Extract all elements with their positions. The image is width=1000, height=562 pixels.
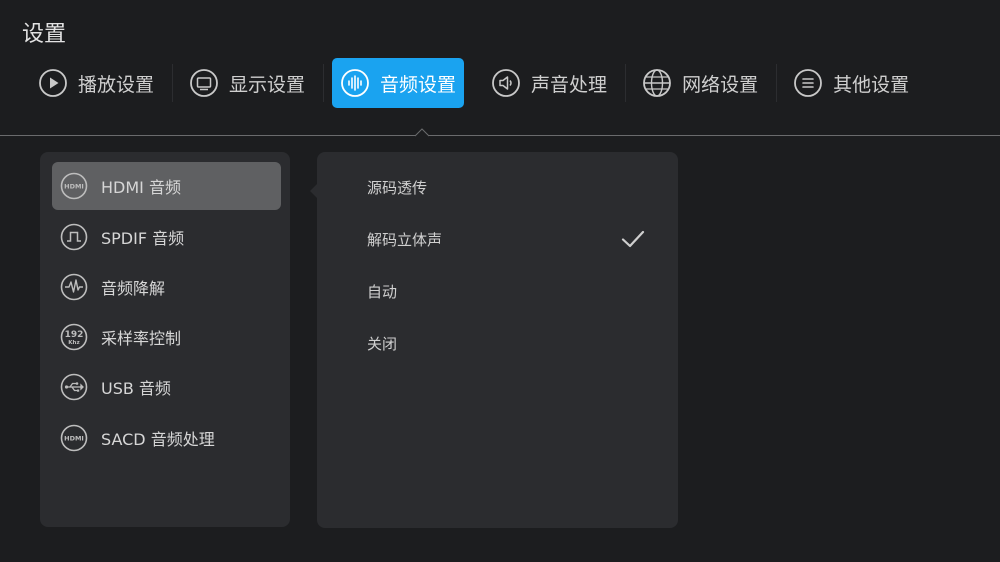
waveform-icon	[60, 273, 88, 301]
tab-display-settings[interactable]: 显示设置	[181, 58, 313, 108]
menu-item-hdmi-audio[interactable]: HDMI HDMI 音频	[52, 162, 281, 210]
speaker-icon	[491, 68, 521, 98]
menu-item-sample-rate-control[interactable]: 192 Khz 采样率控制	[52, 313, 281, 361]
globe-icon	[642, 68, 672, 98]
option-label: 关闭	[367, 334, 398, 353]
menu-item-usb-audio[interactable]: USB 音频	[52, 363, 281, 411]
menu-item-label: 采样率控制	[101, 329, 182, 348]
option-passthrough[interactable]: 源码透传	[367, 172, 657, 202]
option-label: 源码透传	[367, 178, 428, 197]
hdmi-icon: HDMI	[60, 424, 88, 452]
option-label: 自动	[367, 282, 398, 301]
option-decode-stereo[interactable]: 解码立体声	[367, 224, 657, 254]
menu-item-label: 音频降解	[101, 279, 166, 298]
menu-item-label: HDMI 音频	[101, 178, 181, 197]
svg-text:HDMI: HDMI	[64, 435, 84, 443]
top-tab-bar: 播放设置 显示设置 音频设置 声音处理 网络设置 其他设置	[30, 58, 919, 108]
menu-lines-icon	[793, 68, 823, 98]
audio-wave-icon	[340, 68, 370, 98]
tab-audio-settings[interactable]: 音频设置	[332, 58, 465, 108]
tab-playback-settings[interactable]: 播放设置	[30, 58, 162, 108]
header-divider	[0, 135, 1000, 136]
menu-item-audio-downmix[interactable]: 音频降解	[52, 263, 281, 311]
menu-item-label: SACD 音频处理	[101, 430, 215, 449]
menu-item-spdif-audio[interactable]: SPDIF 音频	[52, 213, 281, 261]
menu-item-label: SPDIF 音频	[101, 229, 185, 248]
hdmi-audio-options-panel: 源码透传 解码立体声 自动 关闭	[317, 152, 678, 528]
menu-item-label: USB 音频	[101, 379, 171, 398]
option-label: 解码立体声	[367, 230, 443, 249]
active-tab-indicator	[415, 128, 429, 137]
tab-sound-processing[interactable]: 声音处理	[483, 58, 615, 108]
tab-divider	[474, 64, 475, 102]
svg-text:192: 192	[65, 330, 84, 340]
tab-divider	[776, 64, 778, 102]
play-icon	[38, 68, 68, 98]
menu-item-sacd-audio-processing[interactable]: HDMI SACD 音频处理	[52, 414, 281, 462]
tab-label: 播放设置	[78, 73, 155, 96]
checkmark-icon	[621, 230, 645, 248]
square-wave-icon	[60, 223, 88, 251]
tab-label: 声音处理	[531, 73, 608, 96]
hdmi-icon: HDMI	[60, 172, 88, 200]
audio-submenu-panel: HDMI HDMI 音频 SPDIF 音频 音频降解 192 Khz 采样率控制 …	[40, 152, 290, 527]
monitor-icon	[189, 68, 219, 98]
option-auto[interactable]: 自动	[367, 276, 657, 306]
tab-other-settings[interactable]: 其他设置	[785, 58, 917, 108]
tab-divider	[625, 64, 627, 102]
usb-icon	[60, 373, 88, 401]
tab-label: 网络设置	[682, 73, 759, 96]
sample-rate-icon: 192 Khz	[60, 323, 88, 351]
option-off[interactable]: 关闭	[367, 328, 657, 358]
tab-label: 音频设置	[380, 73, 457, 96]
tab-label: 其他设置	[833, 73, 910, 96]
tab-divider	[323, 64, 325, 102]
tab-divider	[172, 64, 174, 102]
page-title: 设置	[22, 22, 67, 47]
tab-network-settings[interactable]: 网络设置	[634, 58, 766, 108]
svg-text:Khz: Khz	[68, 340, 79, 346]
tab-label: 显示设置	[229, 73, 306, 96]
svg-text:HDMI: HDMI	[64, 183, 84, 191]
